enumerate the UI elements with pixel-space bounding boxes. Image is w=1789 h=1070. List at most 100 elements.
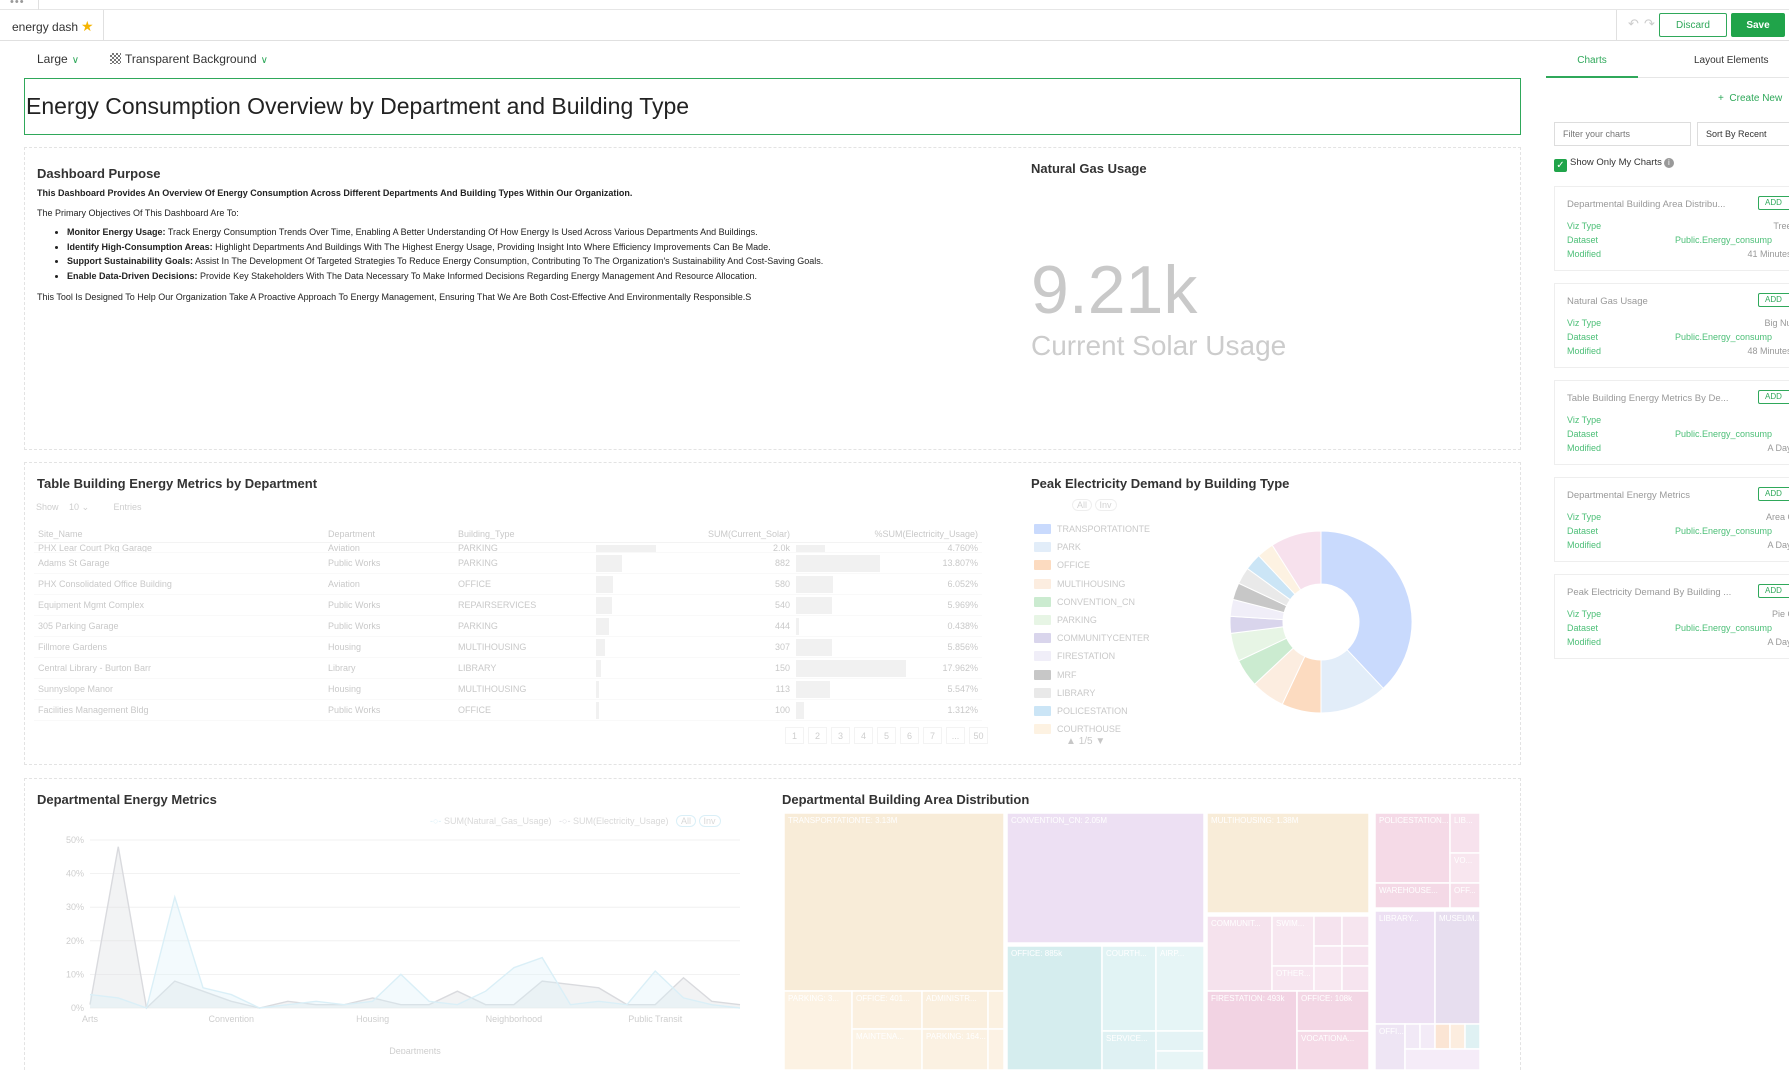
- treemap-cell[interactable]: [1313, 965, 1343, 992]
- table-row[interactable]: Facilities Management Bldg Public Works OF…: [34, 699, 982, 721]
- treemap-cell[interactable]: [1155, 945, 1205, 1032]
- legend-item[interactable]: LIBRARY: [1034, 684, 1150, 702]
- treemap-cell[interactable]: [1404, 1048, 1481, 1070]
- table-row[interactable]: PHX Lear Court Pkg Garage Aviation PARKING…: [34, 542, 982, 553]
- add-chart-button[interactable]: ADD: [1758, 487, 1789, 501]
- treemap-cell[interactable]: [1434, 910, 1481, 1025]
- page-button[interactable]: 50: [969, 727, 988, 744]
- treemap-label: OFFICE: 108k: [1301, 994, 1353, 1003]
- page-button[interactable]: 2: [808, 727, 827, 744]
- add-chart-button[interactable]: ADD: [1758, 390, 1789, 404]
- treemap-cell[interactable]: [987, 990, 1005, 1030]
- legend-inv-button[interactable]: Inv: [1094, 499, 1117, 511]
- save-button[interactable]: Save: [1731, 13, 1785, 37]
- table-cell: Aviation: [324, 573, 454, 595]
- chart-card[interactable]: Departmental Energy Metrics ADD Viz Type Ar…: [1554, 477, 1789, 562]
- dashboard-title-text[interactable]: energy dash: [12, 20, 78, 34]
- treemap-cell[interactable]: [1101, 945, 1157, 1032]
- discard-button[interactable]: Discard: [1659, 13, 1727, 37]
- legend-item[interactable]: MULTIHOUSING: [1034, 575, 1150, 593]
- create-new-button[interactable]: + Create New: [1718, 93, 1782, 104]
- column-header[interactable]: Department: [324, 526, 454, 543]
- chart-card[interactable]: Natural Gas Usage ADD Viz TypeBig Num Datas…: [1554, 283, 1789, 368]
- page-size-select[interactable]: 10 ⌄: [65, 502, 107, 513]
- treemap-cell[interactable]: [784, 813, 1005, 992]
- table-row[interactable]: Equipment Mgmt Complex Public Works REPAIR…: [34, 594, 982, 616]
- line-chart-title: Departmental Energy Metrics: [37, 792, 217, 807]
- treemap-cell[interactable]: [1449, 1023, 1466, 1050]
- legend-item[interactable]: MRF: [1034, 666, 1150, 684]
- more-icon[interactable]: •••: [10, 0, 25, 8]
- table-row[interactable]: Central Library - Burton Barr Library LIBR…: [34, 657, 982, 679]
- page-button[interactable]: 1: [785, 727, 804, 744]
- chart-card[interactable]: Departmental Building Area Distribu... AD…: [1554, 186, 1789, 271]
- treemap-cell[interactable]: [1206, 813, 1370, 914]
- treemap-cell[interactable]: [1006, 945, 1103, 1070]
- size-dropdown[interactable]: Large ∨: [37, 52, 79, 66]
- dashboard-title[interactable]: energy dash ★: [12, 18, 94, 35]
- treemap-cell[interactable]: [1341, 915, 1370, 947]
- column-header[interactable]: Site_Name: [34, 526, 324, 543]
- tab-layout-elements[interactable]: Layout Elements: [1694, 55, 1769, 66]
- treemap-cell[interactable]: [1341, 945, 1370, 967]
- legend-item[interactable]: OFFICE: [1034, 556, 1150, 574]
- page-button[interactable]: 6: [900, 727, 919, 744]
- add-chart-button[interactable]: ADD: [1758, 584, 1789, 598]
- page-button[interactable]: 4: [854, 727, 873, 744]
- page-button[interactable]: 3: [831, 727, 850, 744]
- add-chart-button[interactable]: ADD: [1758, 293, 1789, 307]
- chart-card-title: Departmental Building Area Distribu...: [1567, 199, 1726, 210]
- treemap-cell[interactable]: [987, 1028, 1005, 1070]
- table-cell: Library: [324, 657, 454, 679]
- legend-item[interactable]: TRANSPORTATIONTE: [1034, 520, 1150, 538]
- table-cell: PARKING: [454, 542, 594, 553]
- treemap-cell[interactable]: [1006, 813, 1205, 944]
- treemap-cell[interactable]: [1155, 1030, 1205, 1052]
- table-row[interactable]: Adams St Garage Public Works PARKING 882 13.…: [34, 552, 982, 574]
- page-button[interactable]: 7: [923, 727, 942, 744]
- filter-charts-input[interactable]: [1554, 122, 1691, 146]
- treemap-cell[interactable]: [1155, 1050, 1205, 1070]
- legend-item[interactable]: COMMUNITYCENTER: [1034, 629, 1150, 647]
- table-row[interactable]: 305 Parking Garage Public Works PARKING 444…: [34, 615, 982, 637]
- treemap-cell[interactable]: [1419, 1023, 1436, 1050]
- column-header[interactable]: %SUM(Electricity_Usage): [794, 526, 982, 543]
- undo-icon[interactable]: ↶: [1628, 16, 1639, 32]
- redo-icon[interactable]: ↷: [1644, 16, 1655, 32]
- tab-charts[interactable]: Charts: [1546, 55, 1638, 66]
- sort-select[interactable]: Sort By Recent: [1697, 122, 1789, 146]
- checkbox-checked-icon[interactable]: ✓: [1554, 159, 1567, 172]
- treemap-cell[interactable]: [1374, 910, 1436, 1025]
- star-icon[interactable]: ★: [81, 18, 94, 34]
- chart-card[interactable]: Peak Electricity Demand By Building ... A…: [1554, 574, 1789, 659]
- column-header[interactable]: Building_Type: [454, 526, 594, 543]
- legend-prev-icon[interactable]: ▲: [1066, 736, 1076, 747]
- show-only-my-charts[interactable]: ✓ Show Only My Charts i: [1554, 157, 1674, 172]
- info-icon[interactable]: i: [1663, 158, 1674, 168]
- treemap-label: LIB...: [1454, 816, 1473, 825]
- chart-card[interactable]: Table Building Energy Metrics By De... AD…: [1554, 380, 1789, 465]
- treemap-cell[interactable]: [1313, 945, 1343, 967]
- legend-item[interactable]: POLICESTATION: [1034, 702, 1150, 720]
- column-header[interactable]: SUM(Current_Solar): [594, 526, 794, 543]
- header-element[interactable]: Energy Consumption Overview by Departmen…: [24, 78, 1521, 135]
- page-button[interactable]: 5: [877, 727, 896, 744]
- background-dropdown[interactable]: Transparent Background ∨: [110, 52, 268, 66]
- page-button[interactable]: ...: [946, 727, 965, 744]
- legend-swatch: [1034, 651, 1051, 662]
- treemap-cell[interactable]: [1404, 1023, 1421, 1050]
- table-row[interactable]: PHX Consolidated Office Building Aviation…: [34, 573, 982, 595]
- treemap-cell[interactable]: [1313, 915, 1343, 947]
- legend-item[interactable]: CONVENTION_CN: [1034, 593, 1150, 611]
- legend-next-icon[interactable]: ▼: [1095, 736, 1105, 747]
- treemap-cell[interactable]: [1341, 965, 1370, 992]
- legend-item[interactable]: PARK: [1034, 538, 1150, 556]
- add-chart-button[interactable]: ADD: [1758, 196, 1789, 210]
- table-row[interactable]: Fillmore Gardens Housing MULTIHOUSING 307 5.…: [34, 636, 982, 658]
- legend-all-button[interactable]: All: [1072, 499, 1093, 511]
- legend-item[interactable]: PARKING: [1034, 611, 1150, 629]
- treemap-cell[interactable]: [1434, 1023, 1451, 1050]
- table-row[interactable]: Sunnyslope Manor Housing MULTIHOUSING 113 5.…: [34, 678, 982, 700]
- treemap-cell[interactable]: [1464, 1023, 1481, 1050]
- legend-item[interactable]: FIRESTATION: [1034, 647, 1150, 665]
